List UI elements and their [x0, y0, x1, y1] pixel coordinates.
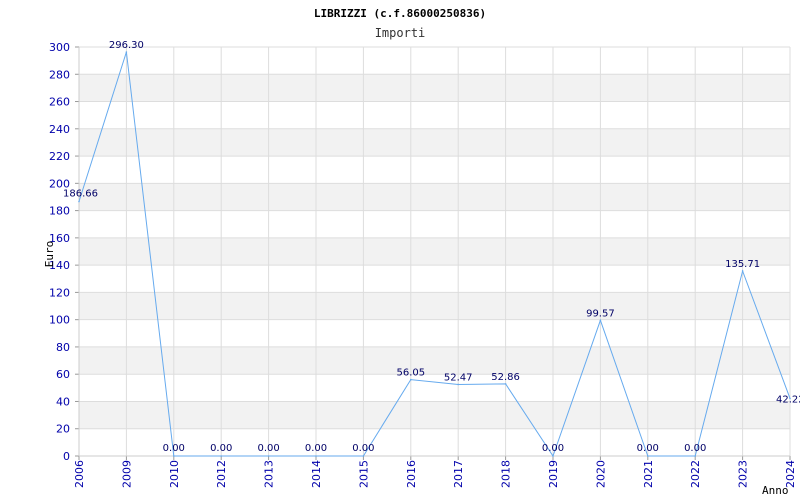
data-label: 0.00: [542, 443, 564, 454]
data-label: 0.00: [305, 443, 327, 454]
y-tick-label: 40: [56, 395, 70, 408]
data-label: 296.30: [109, 40, 144, 51]
x-tick-label: 2021: [642, 460, 655, 488]
line-chart: LIBRIZZI (c.f.86000250836) Importi 0 20 40…: [43, 7, 800, 497]
data-label: 186.66: [63, 189, 98, 200]
data-label: 0.00: [684, 443, 706, 454]
x-tick-label: 2012: [215, 460, 228, 488]
grid-band: [79, 292, 790, 320]
grid-band: [79, 401, 790, 429]
data-point: [173, 455, 175, 457]
data-label: 0.00: [257, 443, 279, 454]
y-tick-label: 60: [56, 368, 70, 381]
data-label: 42.22: [776, 394, 800, 405]
grid-band: [79, 183, 790, 211]
x-tick-label: 2009: [120, 460, 133, 488]
y-tick-label: 20: [56, 423, 70, 436]
x-axis-ticks: 2006 2009 2010 2012 2013 2014 2015 2016 2017 2018…: [73, 460, 797, 488]
y-tick-label: 100: [49, 314, 70, 327]
data-point: [220, 455, 222, 457]
data-label: 52.47: [444, 372, 473, 383]
y-tick-label: 180: [49, 205, 70, 218]
data-point: [125, 51, 128, 53]
data-label: 0.00: [163, 443, 185, 454]
data-label: 0.00: [352, 443, 374, 454]
data-point: [694, 455, 696, 457]
data-label: 135.71: [725, 259, 760, 270]
data-point: [362, 455, 365, 457]
x-tick-label: 2019: [547, 460, 560, 488]
data-label: 0.00: [210, 443, 232, 454]
grid-band: [79, 346, 790, 375]
x-tick-label: 2015: [357, 460, 370, 488]
y-tick-label: 0: [63, 450, 70, 463]
data-label: 99.57: [586, 308, 615, 319]
x-tick-label: 2014: [310, 460, 323, 488]
x-tick-label: 2006: [73, 460, 86, 488]
data-point: [315, 455, 317, 457]
data-point: [552, 455, 554, 457]
x-tick-label: 2020: [594, 460, 607, 488]
x-tick-label: 2010: [168, 460, 181, 488]
x-tick-label: 2016: [405, 460, 418, 488]
x-axis-label: Anno: [762, 484, 789, 497]
data-point: [410, 378, 412, 381]
x-tick-label: 2018: [500, 460, 513, 488]
y-tick-label: 260: [49, 96, 70, 109]
data-point: [78, 200, 80, 203]
chart-subtitle: Importi: [375, 26, 426, 40]
y-tick-label: 300: [49, 41, 70, 54]
grid-band: [79, 237, 790, 266]
data-point: [647, 455, 649, 457]
data-label: 56.05: [396, 368, 425, 379]
data-point: [504, 383, 507, 385]
y-tick-label: 280: [49, 68, 70, 81]
y-tick-label: 80: [56, 341, 70, 354]
grid-band: [79, 128, 790, 157]
chart-title: LIBRIZZI (c.f.86000250836): [314, 7, 486, 20]
grid-band: [79, 74, 790, 102]
y-tick-label: 240: [49, 123, 70, 136]
data-point: [599, 319, 602, 322]
data-point: [457, 383, 460, 386]
data-label: 52.86: [491, 372, 520, 383]
data-label: 0.00: [637, 443, 659, 454]
x-tick-label: 2017: [452, 460, 465, 488]
plot-background: [79, 74, 790, 429]
y-tick-label: 220: [49, 150, 70, 163]
data-point: [741, 270, 744, 272]
x-tick-label: 2022: [689, 460, 702, 488]
y-tick-label: 120: [49, 286, 70, 299]
y-axis-label: Euro: [43, 241, 56, 268]
x-tick-label: 2023: [737, 460, 750, 488]
x-tick-label: 2013: [263, 460, 276, 488]
data-point: [267, 455, 270, 457]
